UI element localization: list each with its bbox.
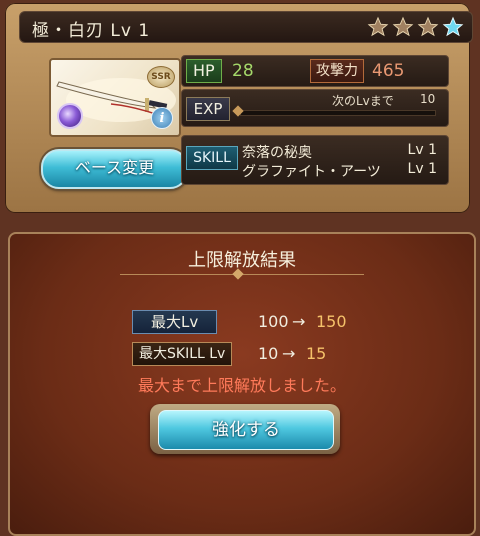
exp-label: EXP — [186, 97, 230, 121]
info-icon[interactable]: i — [151, 107, 173, 129]
max-lv-arrow-icon: → — [292, 312, 306, 331]
max-skill-new: 15 — [306, 344, 327, 363]
star-filled-icon — [392, 16, 414, 37]
hp-label: HP — [186, 59, 222, 83]
enhance-button[interactable]: 強化する — [158, 410, 334, 450]
exp-row: EXP 次のLvまで 10 — [181, 89, 449, 127]
dialog-title: 上限解放結果 — [188, 250, 296, 271]
title-divider — [120, 268, 364, 281]
enhance-button-frame: 強化する — [150, 404, 340, 454]
exp-progress-bar — [240, 110, 436, 116]
exp-next-label: 次のLvまで — [332, 94, 394, 108]
skill-level: Lv 1 — [407, 142, 437, 158]
dark-element-icon — [57, 103, 83, 129]
max-lv-old: 100 — [258, 312, 289, 331]
skill-box: SKILL 奈落の秘奥 Lv 1 グラファイト・アーツ Lv 1 — [181, 135, 449, 185]
skill-name: 奈落の秘奥 — [242, 145, 312, 161]
exp-next-value: 10 — [420, 92, 436, 106]
skill-level: Lv 1 — [407, 161, 437, 177]
title-bar: 極・白刃 Lv 1 — [19, 11, 473, 43]
weapon-card-image[interactable]: SSR i — [49, 58, 181, 137]
star-rating — [367, 16, 464, 38]
weapon-title: 極・白刃 Lv 1 — [32, 21, 151, 41]
max-skill-arrow-icon: → — [282, 344, 296, 363]
base-change-button[interactable]: ベース変更 — [41, 149, 188, 189]
rarity-badge: SSR — [147, 66, 175, 88]
star-filled-icon — [367, 16, 389, 37]
hp-value: 28 — [232, 61, 254, 81]
star-filled-icon — [417, 16, 439, 37]
weapon-status-panel: 極・白刃 Lv 1 SSR i ベース変更 HP 28 攻撃力 465 EXP … — [5, 3, 473, 213]
stats-row: HP 28 攻撃力 465 — [181, 55, 449, 87]
skill-name: グラファイト・アーツ — [242, 164, 381, 180]
uncap-complete-message: 最大まで上限解放しました。 — [137, 376, 346, 395]
atk-value: 465 — [372, 61, 405, 81]
atk-label: 攻撃力 — [310, 59, 364, 83]
max-skill-lv-label: 最大SKILL Lv — [132, 342, 233, 366]
skill-label: SKILL — [186, 146, 238, 170]
max-lv-label: 最大Lv — [132, 310, 218, 334]
star-uncap-icon — [442, 16, 464, 37]
max-lv-new: 150 — [316, 312, 347, 331]
max-skill-old: 10 — [258, 344, 279, 363]
uncap-result-dialog: 上限解放結果 最大Lv 100 → 150 最大SKILL Lv 10 → 15… — [8, 232, 476, 536]
